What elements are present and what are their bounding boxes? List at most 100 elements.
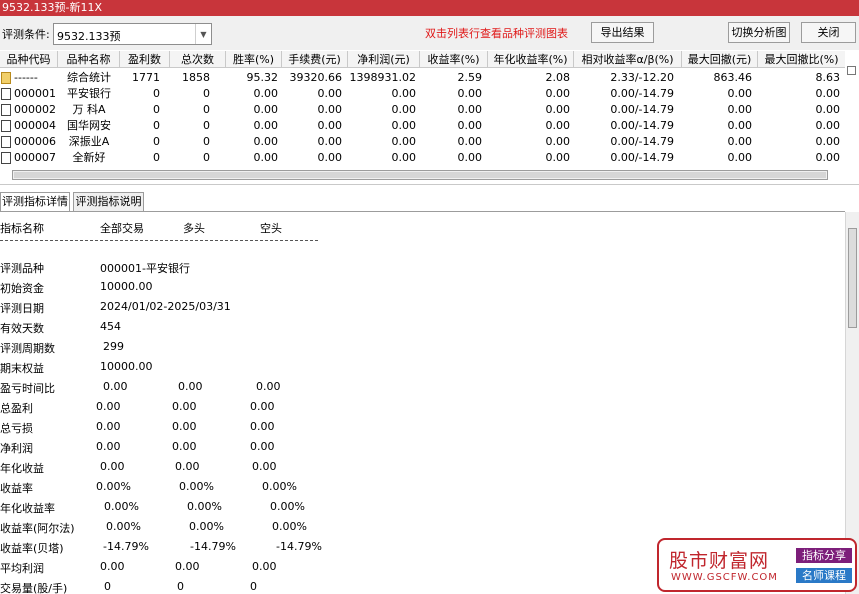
grid-corner-checkbox[interactable] — [847, 66, 856, 75]
window-titlebar: 9532.133预-新11X — [0, 0, 859, 16]
condition-label: 评测条件: — [2, 28, 50, 41]
info-row: 期末权益 10000.00 — [0, 360, 330, 375]
cell-ret: 0.00 — [457, 87, 483, 100]
info-row: 评测日期 2024/01/02-2025/03/31 — [0, 300, 330, 315]
cell-maxddr: 0.00 — [815, 119, 841, 132]
scrollbar-thumb[interactable] — [848, 228, 857, 328]
detail-vertical-scrollbar[interactable] — [845, 212, 859, 594]
grid-horizontal-scrollbar[interactable] — [12, 170, 828, 180]
info-row: 初始资金 10000.00 — [0, 280, 330, 295]
condition-select[interactable]: 9532.133预 ▼ — [53, 23, 212, 45]
col-header-relative[interactable]: 相对收益率α/β(%) — [574, 51, 682, 68]
col-header-total[interactable]: 总次数 — [170, 51, 226, 68]
info-label: 评测日期 — [0, 302, 44, 315]
cell-ret: 0.00 — [457, 103, 483, 116]
metric-row: 收益率(阿尔法) 0.00% 0.00% 0.00% — [0, 520, 330, 535]
metric-value-all: 0.00 — [100, 560, 125, 573]
table-row[interactable]: 000004 国华网安 0 0 0.00 0.00 0.00 0.00 0.00 0.00/-14… — [0, 118, 845, 134]
cell-code: 000006 — [14, 135, 56, 148]
window-title: 9532.133预-新11X — [2, 1, 102, 14]
cell-relative: 0.00/-14.79 — [610, 151, 674, 164]
header-all-trades: 全部交易 — [100, 222, 144, 235]
metric-value-long: 0 — [177, 580, 184, 593]
document-icon — [1, 104, 11, 116]
metric-value-all: 0.00 — [96, 420, 121, 433]
cell-code: 000002 — [14, 103, 56, 116]
col-header-name[interactable]: 品种名称 — [58, 51, 120, 68]
metric-row: 年化收益 0.00 0.00 0.00 — [0, 460, 330, 475]
cell-net: 1398931.02 — [349, 71, 416, 84]
table-row[interactable]: 000006 深振业A 0 0 0.00 0.00 0.00 0.00 0.00 0.00/-14… — [0, 134, 845, 150]
cell-fee: 0.00 — [317, 103, 343, 116]
cell-wins: 0 — [153, 103, 160, 116]
metric-row: 总亏损 0.00 0.00 0.00 — [0, 420, 330, 435]
metric-value-all: 0.00 — [103, 380, 128, 393]
metric-value-long: 0.00 — [172, 400, 197, 413]
chevron-down-icon[interactable]: ▼ — [195, 24, 211, 44]
col-header-annual[interactable]: 年化收益率(%) — [488, 51, 574, 68]
export-results-button[interactable]: 导出结果 — [591, 22, 654, 43]
cell-name: 国华网安 — [67, 119, 111, 132]
cell-wins: 0 — [153, 135, 160, 148]
cell-maxdd: 863.46 — [713, 71, 753, 84]
col-header-winrate[interactable]: 胜率(%) — [226, 51, 282, 68]
cell-fee: 39320.66 — [289, 71, 343, 84]
cell-wins: 0 — [153, 87, 160, 100]
cell-net: 0.00 — [391, 151, 417, 164]
col-header-wins[interactable]: 盈利数 — [120, 51, 170, 68]
tab-detail[interactable]: 评测指标详情 — [0, 192, 70, 212]
cell-code: 000004 — [14, 119, 56, 132]
detail-panel: 指标名称 全部交易 多头 空头 评测品种 000001-平安银行 初始资金 10000… — [0, 212, 845, 594]
col-header-code[interactable]: 品种代码 — [0, 51, 58, 68]
close-button[interactable]: 关闭 — [801, 22, 856, 43]
cell-name: 万 科A — [72, 103, 106, 116]
metric-value-short: 0.00% — [262, 480, 297, 493]
cell-maxddr: 0.00 — [815, 135, 841, 148]
cell-winrate: 0.00 — [253, 119, 279, 132]
document-icon — [1, 88, 11, 100]
metric-value-all: 0.00 — [96, 400, 121, 413]
cell-total: 0 — [203, 103, 210, 116]
info-label: 评测周期数 — [0, 342, 55, 355]
col-header-maxdd[interactable]: 最大回撤(元) — [682, 51, 758, 68]
col-header-maxdd-ratio[interactable]: 最大回撤比(%) — [758, 51, 845, 68]
table-row[interactable]: 000007 全新好 0 0 0.00 0.00 0.00 0.00 0.00 0.00/-14.… — [0, 150, 845, 166]
cell-total: 0 — [203, 119, 210, 132]
table-row[interactable]: 000002 万 科A 0 0 0.00 0.00 0.00 0.00 0.00 0.00/-14… — [0, 102, 845, 118]
info-label: 期末权益 — [0, 362, 44, 375]
metric-value-long: 0.00 — [175, 560, 200, 573]
col-header-return[interactable]: 收益率(%) — [420, 51, 488, 68]
cell-maxdd: 0.00 — [727, 119, 753, 132]
table-row[interactable]: ------ 综合统计 1771 1858 95.32 39320.66 1398931.0… — [0, 70, 845, 86]
metric-row: 年化收益率 0.00% 0.00% 0.00% — [0, 500, 330, 515]
switch-chart-button[interactable]: 切换分析图 — [728, 22, 790, 43]
metric-label: 总亏损 — [0, 422, 33, 435]
cell-total: 0 — [203, 135, 210, 148]
condition-select-value: 9532.133预 — [57, 30, 121, 43]
cell-wins: 0 — [153, 151, 160, 164]
scrollbar-thumb[interactable] — [14, 172, 826, 178]
cell-total: 1858 — [182, 71, 210, 84]
detail-header-row: 指标名称 全部交易 多头 空头 — [0, 220, 330, 235]
logo-url: WWW.GSCFW.COM — [671, 572, 778, 583]
metric-label: 年化收益率 — [0, 502, 55, 515]
metric-value-short: 0.00 — [256, 380, 281, 393]
info-label: 初始资金 — [0, 282, 44, 295]
metric-label: 收益率(阿尔法) — [0, 522, 75, 535]
cell-maxddr: 0.00 — [815, 151, 841, 164]
table-row[interactable]: 000001 平安银行 0 0 0.00 0.00 0.00 0.00 0.00 0.00/-14… — [0, 86, 845, 102]
tab-explain[interactable]: 评测指标说明 — [73, 192, 144, 212]
metric-value-long: 0.00 — [175, 460, 200, 473]
metric-label: 盈亏时间比 — [0, 382, 55, 395]
metric-row: 收益率 0.00% 0.00% 0.00% — [0, 480, 330, 495]
metric-value-short: 0.00 — [250, 420, 275, 433]
pane-divider[interactable] — [0, 184, 859, 185]
metric-label: 收益率 — [0, 482, 33, 495]
metric-value-long: -14.79% — [190, 540, 236, 553]
cell-name: 全新好 — [72, 151, 106, 164]
metric-value-all: 0.00% — [106, 520, 141, 533]
metric-label: 净利润 — [0, 442, 33, 455]
col-header-net[interactable]: 净利润(元) — [348, 51, 420, 68]
col-header-fee[interactable]: 手续费(元) — [282, 51, 348, 68]
cell-winrate: 0.00 — [253, 151, 279, 164]
